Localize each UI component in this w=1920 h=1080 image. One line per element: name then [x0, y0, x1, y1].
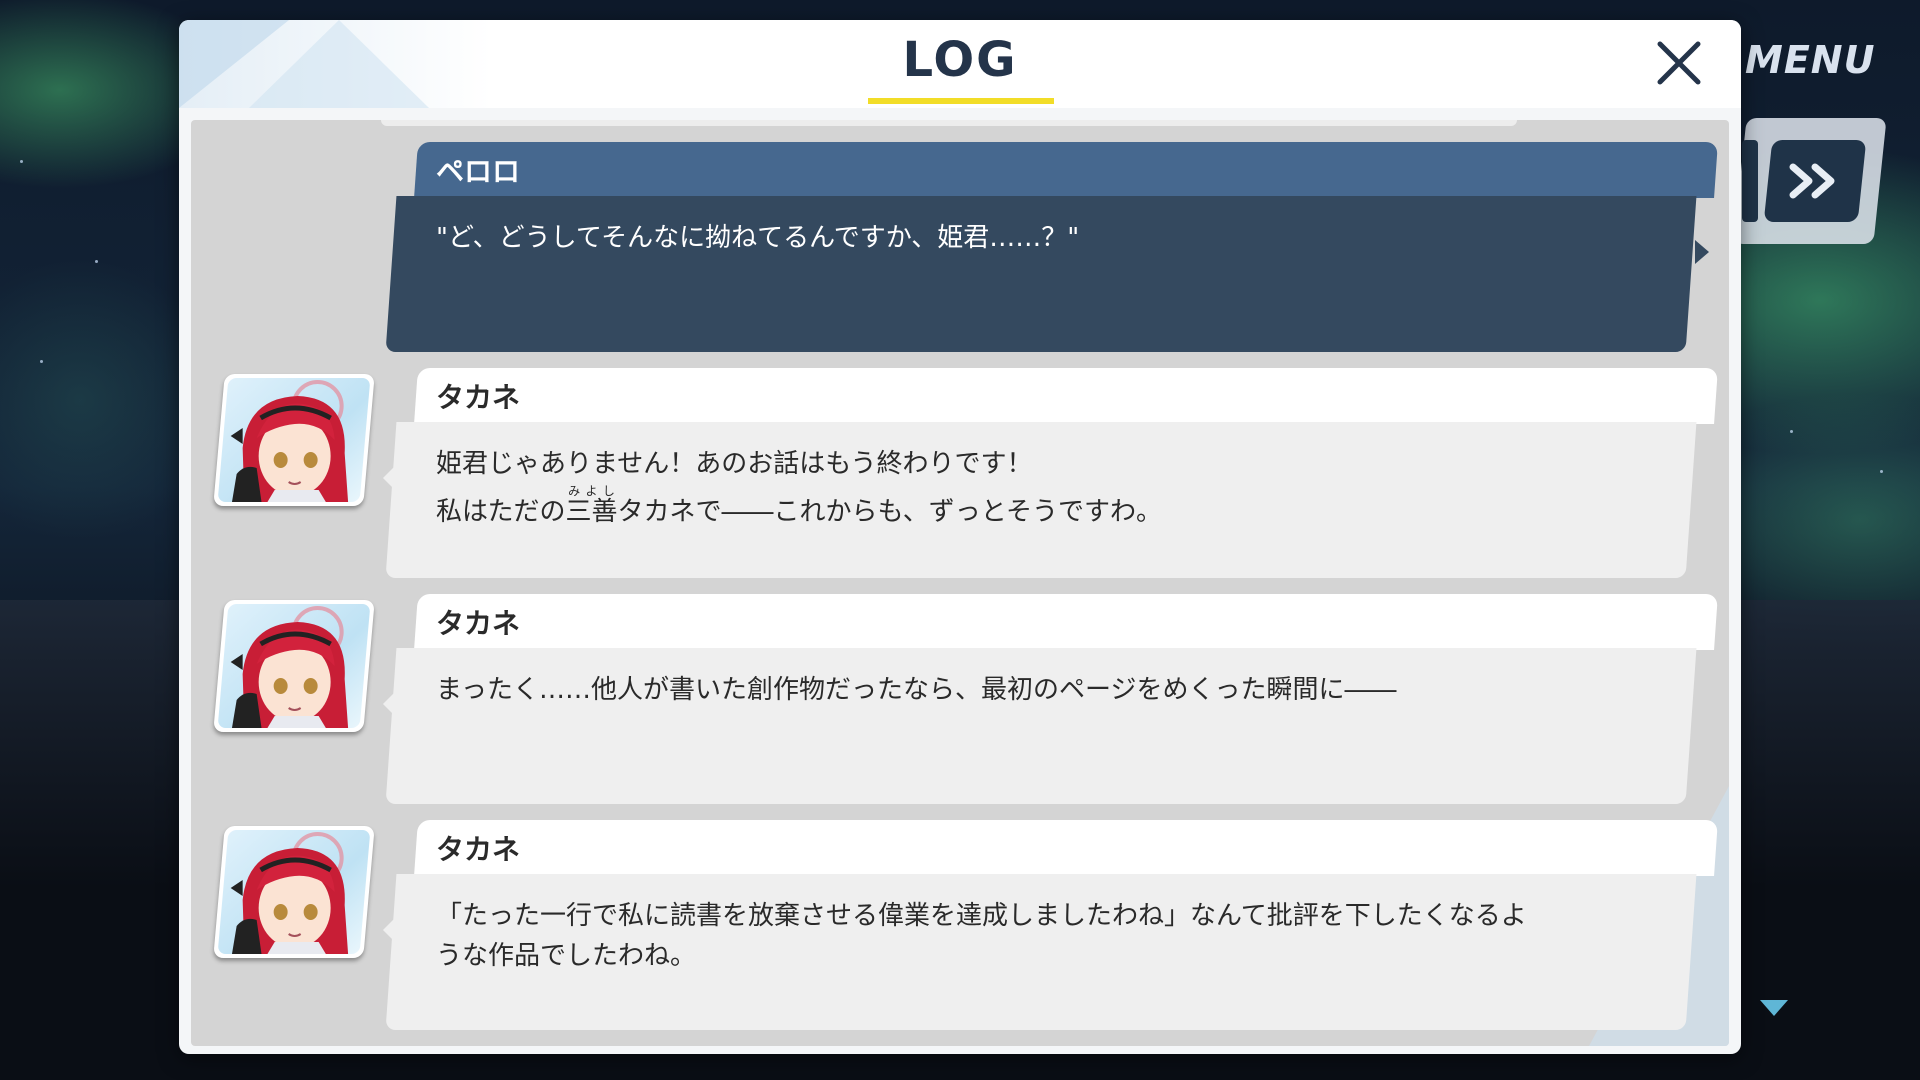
- dialogue-line: 姫君じゃありません！あのお話はもう終わりです！: [436, 449, 1033, 479]
- speaker-name: タカネ: [436, 607, 521, 640]
- close-button[interactable]: [1652, 36, 1706, 90]
- dialogue-text: まったく……他人が書いた創作物だったなら、最初のページをめくった瞬間に――: [436, 670, 1586, 710]
- triangle-down-icon[interactable]: [1760, 1000, 1788, 1016]
- page-title: LOG: [902, 32, 1018, 88]
- close-x-icon: [1657, 41, 1701, 85]
- menu-button[interactable]: MENU: [1745, 38, 1875, 82]
- avatar[interactable]: [213, 374, 375, 506]
- skip-button[interactable]: [1763, 140, 1867, 222]
- character-portrait-icon: [230, 380, 349, 502]
- character-portrait-icon: [230, 606, 349, 728]
- avatar-portrait: [217, 378, 371, 502]
- speaker-bar: [414, 820, 1718, 876]
- dialogue-text: 姫君じゃありません！あのお話はもう終わりです！ 私はただの三善みよしタカネで――…: [436, 444, 1586, 532]
- dialogue-fragment: 私はただの: [436, 497, 566, 527]
- star: [40, 360, 43, 363]
- speaker-bar: [414, 142, 1718, 198]
- character-portrait-icon: [230, 832, 349, 954]
- dialogue-line: うな作品でしたわね。: [436, 941, 697, 971]
- avatar-portrait: [217, 830, 371, 954]
- dialogue-pointer: [383, 466, 395, 490]
- previous-entry-edge: [381, 120, 1517, 126]
- dialogue-text: 「たった一行で私に読書を放棄させる偉業を達成しましたわね」なんて批評を下したくな…: [436, 896, 1586, 976]
- log-window: LOG ペロロ "ど、どうしてそんなに拗ねてるんですか、姫君……？" タカネ 姫…: [179, 20, 1741, 1054]
- speaker-bar: [414, 594, 1718, 650]
- dialogue-fragment: タカネで――これからも、ずっとそうですわ。: [617, 497, 1162, 527]
- log-entry: タカネ まったく……他人が書いた創作物だったなら、最初のページをめくった瞬間に―…: [191, 594, 1729, 804]
- speaker-name: タカネ: [436, 833, 521, 866]
- ruby-base: 三善: [565, 497, 618, 527]
- log-list[interactable]: ペロロ "ど、どうしてそんなに拗ねてるんですか、姫君……？" タカネ 姫君じゃあ…: [191, 120, 1729, 1046]
- dialogue-pointer: [383, 918, 395, 942]
- ruby-text: みよし: [565, 484, 618, 498]
- star: [95, 260, 98, 263]
- log-header: LOG: [179, 20, 1741, 108]
- speaker-name: タカネ: [436, 381, 521, 414]
- star: [1790, 430, 1793, 433]
- dialogue-line: 「たった一行で私に読書を放棄させる偉業を達成しましたわね」なんて批評を下したくな…: [436, 901, 1527, 931]
- dialogue-pointer: [383, 692, 395, 716]
- avatar[interactable]: [213, 600, 375, 732]
- auto-button-edge[interactable]: [1742, 140, 1758, 222]
- ruby-annotation: 三善みよし: [565, 484, 618, 527]
- star: [20, 160, 23, 163]
- fast-forward-icon: [1789, 163, 1835, 199]
- dialogue-line: まったく……他人が書いた創作物だったなら、最初のページをめくった瞬間に――: [436, 675, 1397, 705]
- dialogue-line: 私はただの三善みよしタカネで――これからも、ずっとそうですわ。: [436, 484, 1586, 532]
- log-entry: タカネ 姫君じゃありません！あのお話はもう終わりです！ 私はただの三善みよしタカ…: [191, 368, 1729, 578]
- dialogue-line: "ど、どうしてそんなに拗ねてるんですか、姫君……？": [436, 223, 1080, 253]
- dialogue-text: "ど、どうしてそんなに拗ねてるんですか、姫君……？": [436, 218, 1586, 258]
- title-underline: [868, 98, 1054, 104]
- speaker-name: ペロロ: [436, 155, 521, 188]
- avatar-portrait: [217, 604, 371, 728]
- log-entry: ペロロ "ど、どうしてそんなに拗ねてるんですか、姫君……？": [191, 142, 1729, 352]
- avatar[interactable]: [213, 826, 375, 958]
- dialogue-pointer: [1695, 240, 1709, 264]
- speaker-bar: [414, 368, 1718, 424]
- log-entry: タカネ 「たった一行で私に読書を放棄させる偉業を達成しましたわね」なんて批評を下…: [191, 820, 1729, 1030]
- star: [1880, 470, 1883, 473]
